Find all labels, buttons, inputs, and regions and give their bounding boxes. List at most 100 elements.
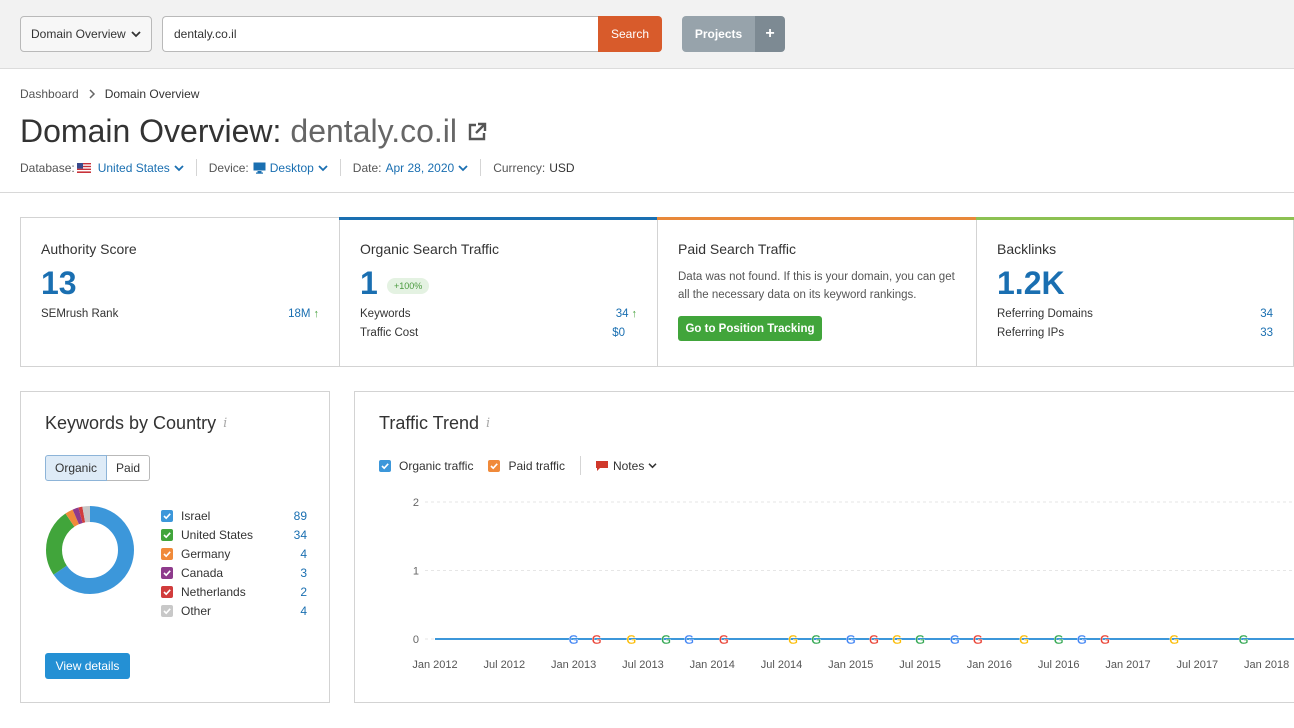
backlinks-value[interactable]: 1.2K (997, 265, 1065, 302)
x-tick-label: Jan 2017 (1105, 659, 1150, 671)
google-update-marker[interactable]: G (684, 632, 694, 647)
device-select[interactable]: Desktop (253, 161, 328, 175)
semrush-rank-label: SEMrush Rank (41, 308, 119, 320)
traffic-trend-panel: Traffic Trend i Organic traffic Paid tra… (354, 391, 1294, 703)
legend-country-value[interactable]: 34 (294, 528, 307, 542)
x-tick-label: Jan 2014 (690, 659, 735, 671)
x-tick-label: Jul 2016 (1038, 659, 1080, 671)
x-tick-label: Jul 2012 (484, 659, 526, 671)
google-update-marker[interactable]: G (788, 632, 798, 647)
keywords-number: 34 (615, 308, 629, 320)
google-update-marker[interactable]: G (846, 632, 856, 647)
google-update-marker[interactable]: G (626, 632, 636, 647)
search-button[interactable]: Search (598, 16, 662, 52)
legend-country-name: Germany (181, 546, 231, 561)
breadcrumb: Dashboard Domain Overview (20, 87, 199, 101)
database-label: Database: (20, 160, 75, 175)
referring-ips-label: Referring IPs (997, 327, 1065, 339)
google-update-marker[interactable]: G (719, 632, 729, 647)
semrush-rank-number: 18M (288, 308, 311, 320)
legend-country-value[interactable]: 3 (300, 566, 307, 580)
date-select[interactable]: Apr 28, 2020 (385, 161, 468, 175)
chevron-down-icon (318, 164, 328, 171)
filter-divider (480, 159, 482, 176)
x-tick-label: Jul 2015 (899, 659, 941, 671)
tab-organic[interactable]: Organic (45, 455, 108, 481)
legend-item[interactable]: Canada 3 (161, 563, 307, 582)
currency-value: USD (549, 160, 575, 175)
add-project-button[interactable]: + (755, 16, 785, 52)
currency-filter: Currency: USD (493, 161, 574, 175)
google-update-marker[interactable]: G (811, 632, 821, 647)
legend-item[interactable]: United States 34 (161, 525, 307, 544)
google-update-marker[interactable]: G (973, 632, 983, 647)
x-tick-label: Jan 2015 (828, 659, 873, 671)
device-filter: Device: Desktop (209, 161, 328, 175)
legend-country-name: Netherlands (181, 584, 246, 599)
page-title-prefix: Domain Overview: (20, 113, 282, 149)
chevron-down-icon (174, 164, 184, 171)
google-update-marker[interactable]: G (1238, 632, 1248, 647)
domain-search-input[interactable] (162, 16, 599, 52)
country-donut-chart (46, 506, 134, 594)
google-update-marker[interactable]: G (892, 632, 902, 647)
view-details-button[interactable]: View details (45, 653, 130, 679)
report-type-select[interactable]: Domain Overview (20, 16, 152, 52)
checkbox-checked-icon (161, 604, 173, 617)
google-update-marker[interactable]: G (1100, 632, 1110, 647)
legend-item[interactable]: Israel 89 (161, 506, 307, 525)
checkbox-checked-icon (161, 509, 173, 522)
x-tick-label: Jan 2016 (967, 659, 1012, 671)
google-update-marker[interactable]: G (1169, 632, 1179, 647)
external-link-icon[interactable] (467, 122, 487, 142)
database-filter: Database: United States (20, 161, 184, 175)
google-update-marker[interactable]: G (1019, 632, 1029, 647)
google-update-marker[interactable]: G (661, 632, 671, 647)
device-value: Desktop (269, 160, 314, 175)
legend-country-value[interactable]: 89 (294, 509, 307, 523)
legend-country-value[interactable]: 2 (300, 585, 307, 599)
referring-domains-label: Referring Domains (997, 308, 1093, 320)
organic-traffic-value[interactable]: 1 (360, 265, 378, 302)
database-value: United States (97, 160, 170, 175)
referring-domains-value[interactable]: 34 (1260, 308, 1273, 320)
keywords-value[interactable]: 34 ↑ (616, 308, 637, 320)
legend-item[interactable]: Other 4 (161, 601, 307, 620)
report-type-label: Domain Overview (31, 27, 126, 41)
breadcrumb-dashboard[interactable]: Dashboard (20, 87, 79, 101)
semrush-rank-value[interactable]: 18M ↑ (288, 308, 319, 320)
legend-country-name: United States (181, 527, 254, 542)
traffic-cost-value[interactable]: $0 (612, 327, 625, 339)
google-update-marker[interactable]: G (568, 632, 579, 647)
organic-paid-toggle: Organic Paid (45, 455, 151, 481)
us-flag-icon (76, 162, 91, 173)
organic-change-badge: +100% (387, 278, 430, 294)
database-select[interactable]: United States (98, 161, 184, 175)
report-filters: Database: United States Device: Desktop … (20, 159, 575, 176)
x-tick-label: Jul 2013 (622, 659, 664, 671)
projects-button[interactable]: Projects (682, 16, 755, 52)
legend-country-value[interactable]: 4 (300, 547, 307, 561)
google-update-marker[interactable]: G (869, 632, 879, 647)
referring-ips-value[interactable]: 33 (1260, 327, 1273, 339)
legend-item[interactable]: Netherlands 2 (161, 582, 307, 601)
google-update-marker[interactable]: G (591, 632, 602, 647)
position-tracking-button[interactable]: Go to Position Tracking (678, 316, 822, 341)
page-title-domain: dentaly.co.il (290, 113, 458, 149)
x-tick-label: Jan 2018 (1244, 659, 1289, 671)
backlinks-title: Backlinks (997, 241, 1057, 257)
authority-score-value[interactable]: 13 (41, 265, 77, 302)
top-search-bar: Domain Overview Search Projects + (0, 0, 1294, 69)
chevron-down-icon (131, 31, 141, 38)
google-update-marker[interactable]: G (950, 632, 960, 647)
legend-item[interactable]: Germany 4 (161, 544, 307, 563)
country-legend: Israel 89 United States 34 Germany 4 Canada 3 Ne… (161, 506, 307, 620)
google-update-marker[interactable]: G (915, 632, 925, 647)
tab-paid[interactable]: Paid (107, 455, 151, 481)
google-update-marker[interactable]: G (1053, 632, 1064, 647)
legend-country-value[interactable]: 4 (300, 604, 307, 618)
info-icon[interactable]: i (223, 416, 227, 431)
breadcrumb-current: Domain Overview (104, 87, 200, 101)
filter-divider (195, 159, 197, 176)
google-update-marker[interactable]: G (1077, 632, 1087, 647)
